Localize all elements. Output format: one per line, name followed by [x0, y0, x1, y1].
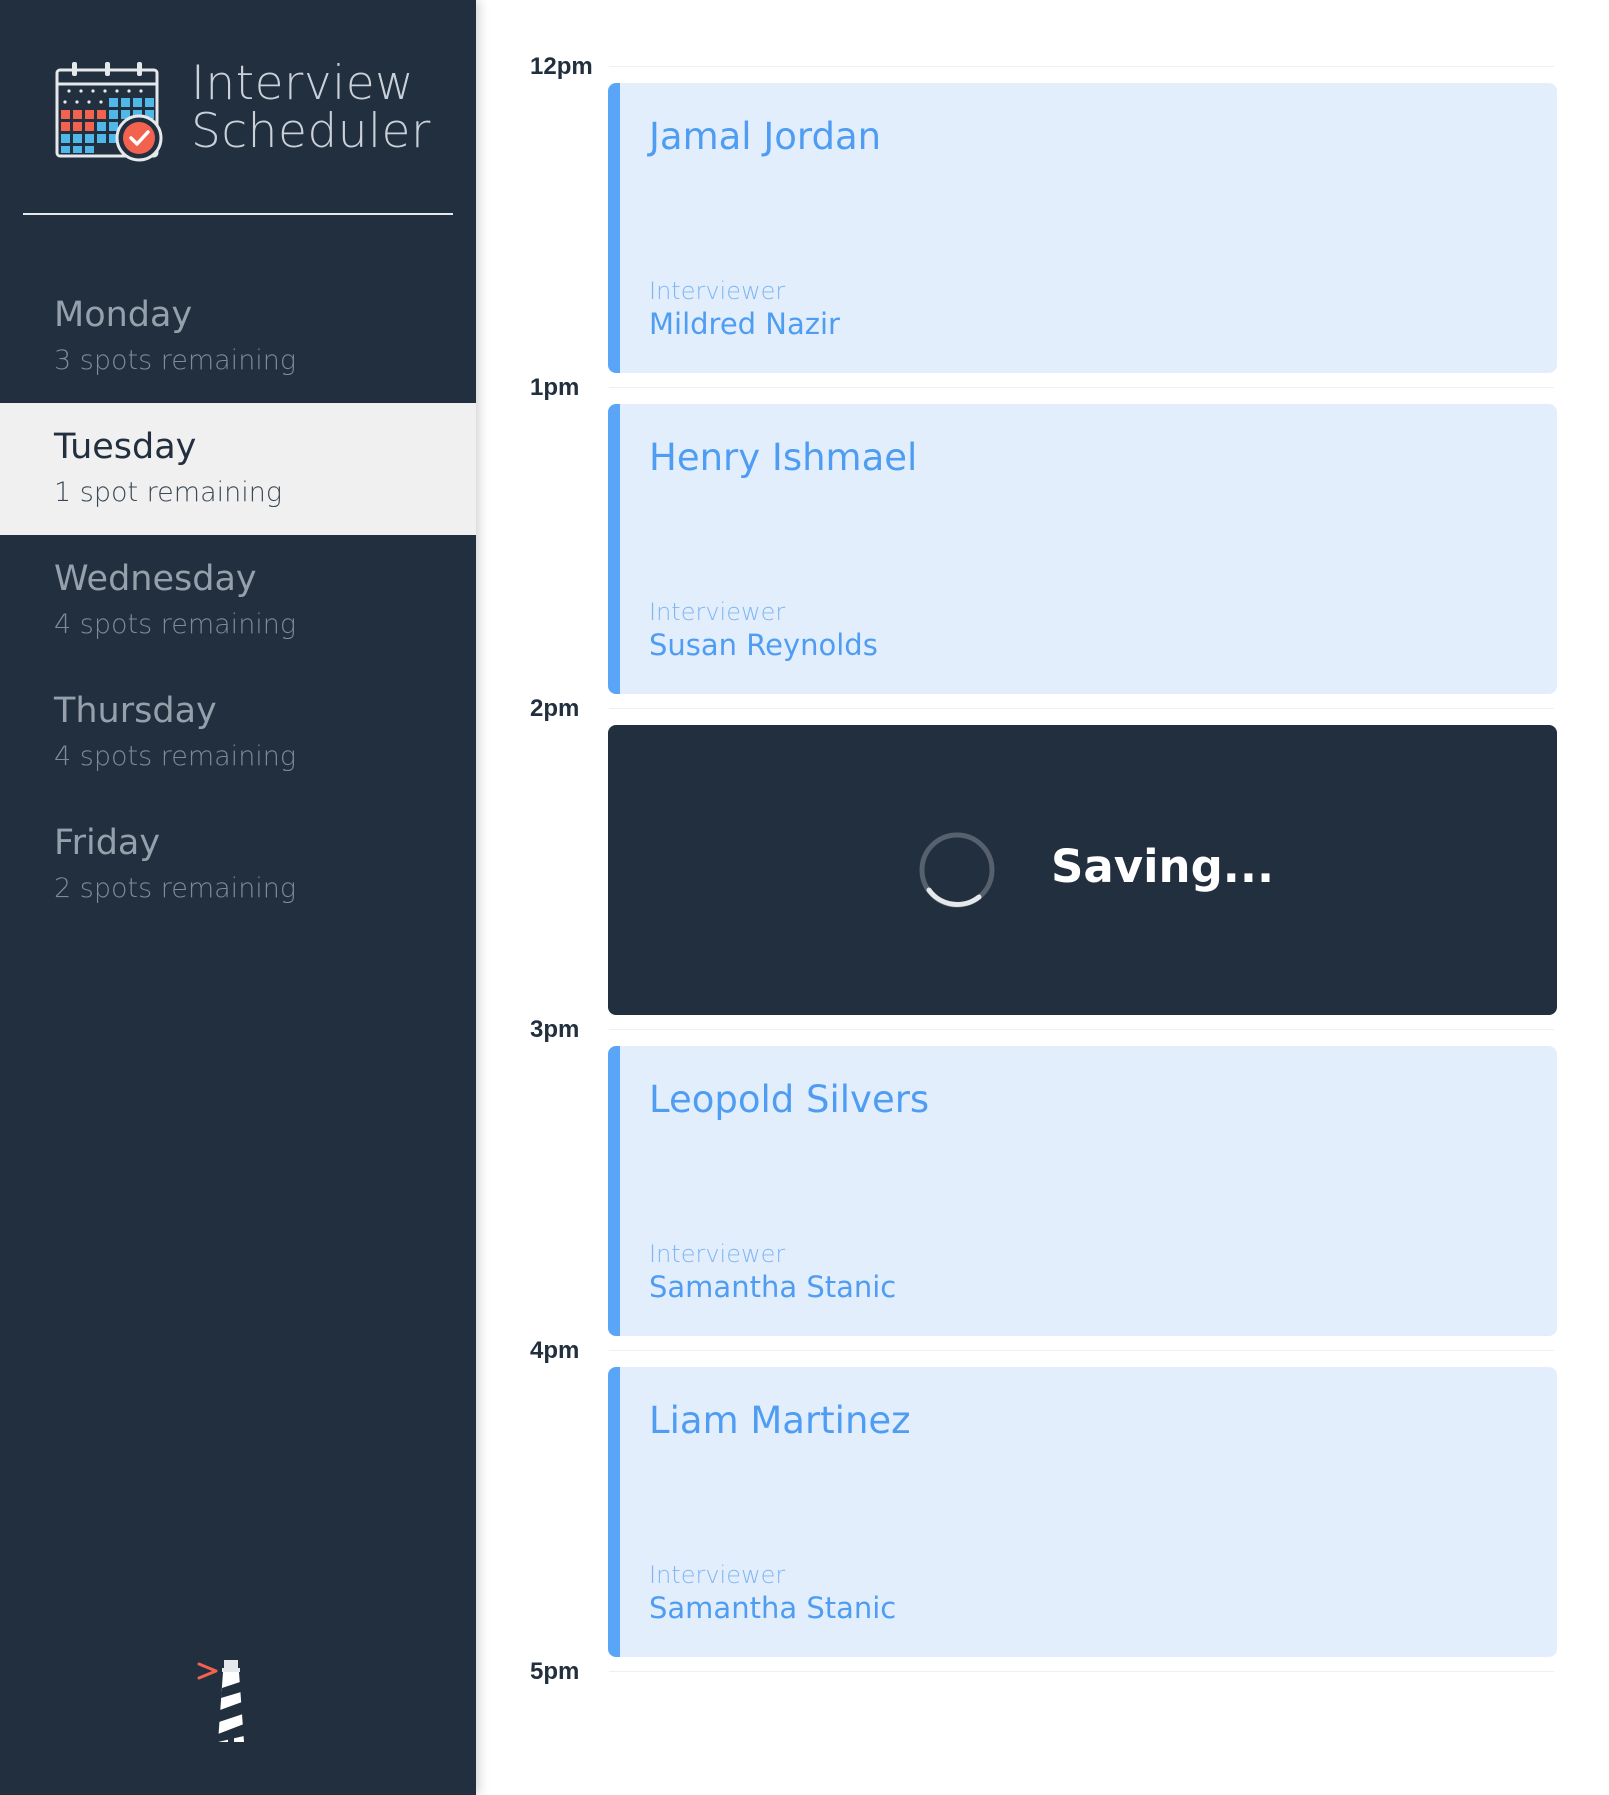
student-name: Henry Ishmael	[649, 436, 918, 479]
interviewer-label: Interviewer	[649, 1240, 786, 1268]
slot-separator	[609, 708, 1554, 709]
end-time-slot: 5pm	[476, 1605, 1609, 1685]
day-spots: 3 spots remaining	[54, 345, 297, 376]
day-item-monday[interactable]: Monday 3 spots remaining	[0, 271, 476, 403]
status-text: Saving...	[1051, 840, 1275, 893]
slot-time: 3pm	[530, 1016, 580, 1043]
calendar-check-icon	[55, 62, 163, 162]
slot-separator	[609, 387, 1554, 388]
appointment-slot: 4pm Liam Martinez Interviewer Samantha S…	[476, 1284, 1609, 1657]
spinner-icon	[919, 832, 995, 908]
day-spots: 1 spot remaining	[54, 477, 283, 508]
slot-separator	[609, 1671, 1554, 1672]
lighthouse-icon	[197, 1660, 244, 1742]
day-spots: 2 spots remaining	[54, 873, 297, 904]
day-name: Thursday	[54, 691, 217, 731]
student-name: Liam Martinez	[649, 1399, 911, 1442]
app-title-line-1: Interview	[191, 56, 415, 111]
day-spots: 4 spots remaining	[54, 741, 297, 772]
slot-time: 12pm	[530, 53, 593, 80]
slot-time: 5pm	[530, 1658, 580, 1685]
day-item-tuesday[interactable]: Tuesday 1 spot remaining	[0, 403, 476, 535]
day-name: Tuesday	[54, 427, 197, 467]
appointment-slot: 2pm Saving...	[476, 642, 1609, 1015]
day-list: Monday 3 spots remaining Tuesday 1 spot …	[0, 271, 476, 931]
slot-separator	[609, 1029, 1554, 1030]
day-item-friday[interactable]: Friday 2 spots remaining	[0, 799, 476, 931]
slot-separator	[609, 66, 1554, 67]
slot-time: 4pm	[530, 1337, 580, 1364]
sidebar: Interview Scheduler Monday 3 spots remai…	[0, 0, 476, 1795]
day-item-thursday[interactable]: Thursday 4 spots remaining	[0, 667, 476, 799]
interviewer-label: Interviewer	[649, 598, 786, 626]
schedule: 12pm Jamal Jordan Interviewer Mildred Na…	[476, 0, 1609, 1795]
appointment-slot: 3pm Leopold Silvers Interviewer Samantha…	[476, 963, 1609, 1336]
appointment-slot: 12pm Jamal Jordan Interviewer Mildred Na…	[476, 0, 1609, 373]
day-name: Monday	[54, 295, 193, 335]
student-name: Leopold Silvers	[649, 1078, 930, 1121]
sidebar-divider	[23, 213, 453, 215]
day-name: Wednesday	[54, 559, 257, 599]
interviewer-label: Interviewer	[649, 277, 786, 305]
day-item-wednesday[interactable]: Wednesday 4 spots remaining	[0, 535, 476, 667]
appointment-slot: 1pm Henry Ishmael Interviewer Susan Reyn…	[476, 321, 1609, 694]
app: Interview Scheduler Monday 3 spots remai…	[0, 0, 1609, 1795]
brand: Interview Scheduler	[55, 58, 455, 168]
interviewer-label: Interviewer	[649, 1561, 786, 1589]
slot-time: 2pm	[530, 695, 580, 722]
slot-separator	[609, 1350, 1554, 1351]
app-title: Interview Scheduler	[191, 60, 431, 156]
day-name: Friday	[54, 823, 161, 863]
slot-time: 1pm	[530, 374, 580, 401]
student-name: Jamal Jordan	[649, 115, 882, 158]
day-spots: 4 spots remaining	[54, 609, 297, 640]
app-title-line-2: Scheduler	[191, 104, 431, 159]
